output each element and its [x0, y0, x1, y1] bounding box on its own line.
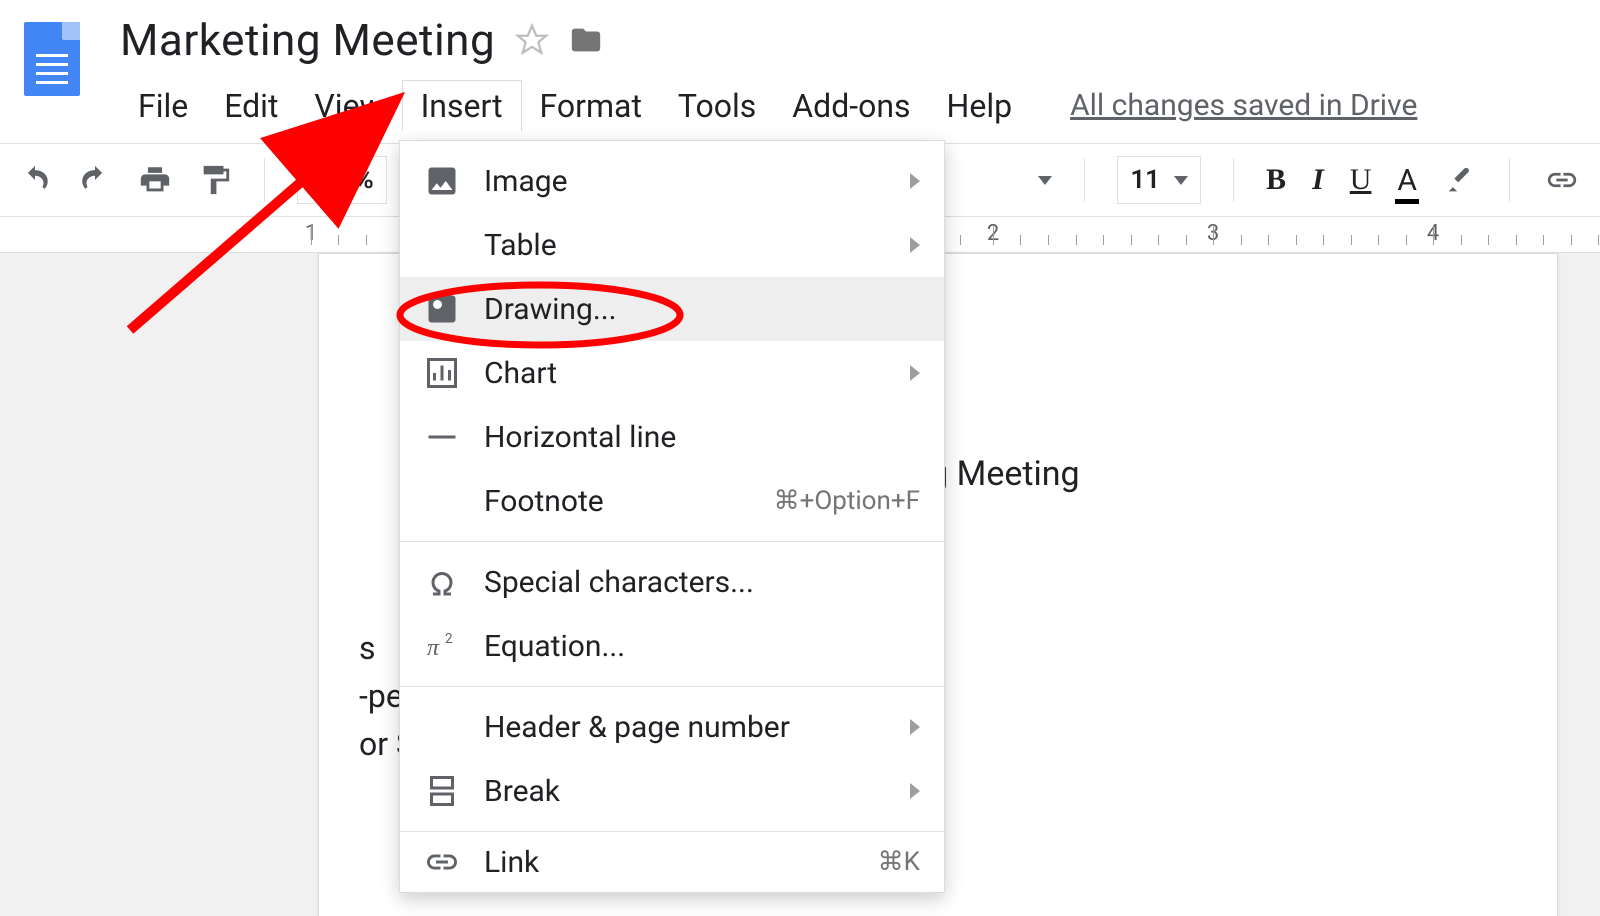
omega-icon — [424, 564, 460, 600]
menu-item-label: Horizontal line — [484, 420, 920, 455]
submenu-arrow-icon — [910, 237, 920, 253]
star-icon[interactable] — [515, 23, 549, 57]
svg-text:2: 2 — [445, 631, 453, 647]
menu-item-label: Break — [484, 774, 886, 809]
insert-menu-drawing[interactable]: Drawing... — [400, 277, 944, 341]
redo-icon[interactable] — [78, 163, 112, 197]
toolbar-separator — [264, 158, 265, 202]
insert-menu-header-page-number[interactable]: Header & page number — [400, 695, 944, 759]
insert-menu-horizontal-line[interactable]: Horizontal line — [400, 405, 944, 469]
toolbar-separator — [1509, 158, 1510, 202]
submenu-arrow-icon — [910, 365, 920, 381]
menu-item-label: Table — [484, 228, 886, 263]
insert-menu-link[interactable]: Link ⌘K — [400, 840, 944, 884]
document-title[interactable]: Marketing Meeting — [120, 18, 495, 62]
undo-icon[interactable] — [18, 163, 52, 197]
submenu-arrow-icon — [910, 783, 920, 799]
menu-edit[interactable]: Edit — [206, 81, 296, 131]
insert-menu-equation[interactable]: π2 Equation... — [400, 614, 944, 678]
insert-menu-chart[interactable]: Chart — [400, 341, 944, 405]
docs-logo[interactable] — [24, 22, 80, 96]
highlight-button[interactable] — [1443, 163, 1477, 197]
chevron-down-icon — [1174, 176, 1188, 185]
menu-item-label: Special characters... — [484, 565, 920, 600]
drawing-icon — [424, 291, 460, 327]
menu-divider — [400, 686, 944, 687]
toolbar-separator — [1233, 158, 1234, 202]
zoom-select[interactable]: 100% — [297, 156, 387, 204]
submenu-arrow-icon — [910, 719, 920, 735]
menu-format[interactable]: Format — [522, 81, 660, 131]
font-size-value: 11 — [1130, 165, 1160, 195]
font-size-select[interactable]: 11 — [1117, 156, 1201, 204]
menu-item-shortcut: ⌘K — [878, 847, 920, 877]
menu-divider — [400, 541, 944, 542]
svg-text:π: π — [427, 635, 440, 661]
image-icon — [424, 163, 460, 199]
menu-item-shortcut: ⌘+Option+F — [774, 486, 920, 516]
bold-button[interactable]: B — [1266, 163, 1286, 197]
menu-item-label: Image — [484, 164, 886, 199]
insert-menu-special-characters[interactable]: Special characters... — [400, 550, 944, 614]
menu-view[interactable]: View — [296, 81, 401, 131]
menu-tools[interactable]: Tools — [660, 81, 774, 131]
menu-item-label: Chart — [484, 356, 886, 391]
equation-icon: π2 — [424, 628, 460, 664]
insert-menu-image[interactable]: Image — [400, 149, 944, 213]
menu-item-label: Drawing... — [484, 292, 920, 327]
menu-item-label: Equation... — [484, 629, 920, 664]
paint-format-icon[interactable] — [198, 163, 232, 197]
underline-button[interactable]: U — [1350, 163, 1372, 197]
insert-menu-break[interactable]: Break — [400, 759, 944, 823]
insert-menu-footnote[interactable]: Footnote ⌘+Option+F — [400, 469, 944, 533]
toolbar-separator — [1084, 158, 1085, 202]
move-to-folder-icon[interactable] — [569, 23, 603, 57]
link-icon — [424, 844, 460, 880]
menu-item-label: Link — [484, 845, 854, 880]
chevron-down-icon — [1038, 176, 1052, 185]
print-icon[interactable] — [138, 163, 172, 197]
break-icon — [424, 773, 460, 809]
save-status[interactable]: All changes saved in Drive — [1070, 88, 1417, 123]
hline-icon — [424, 419, 460, 455]
zoom-value: 100% — [310, 165, 374, 195]
submenu-arrow-icon — [910, 173, 920, 189]
menu-item-label: Footnote — [484, 484, 750, 519]
chart-icon — [424, 355, 460, 391]
menu-insert[interactable]: Insert — [402, 80, 522, 131]
menu-help[interactable]: Help — [929, 81, 1031, 131]
italic-button[interactable]: I — [1312, 163, 1324, 197]
insert-menu-dropdown: Image Table Drawing... Chart Horizontal line… — [399, 140, 945, 893]
insert-link-button[interactable] — [1542, 163, 1582, 197]
insert-menu-table[interactable]: Table — [400, 213, 944, 277]
menu-item-label: Header & page number — [484, 710, 886, 745]
font-family-select-partial[interactable] — [1038, 176, 1052, 185]
text-color-button[interactable]: A — [1397, 163, 1417, 198]
menubar: File Edit View Insert Format Tools Add-o… — [120, 80, 1417, 131]
menu-addons[interactable]: Add-ons — [774, 81, 928, 131]
menu-divider — [400, 831, 944, 832]
menu-file[interactable]: File — [120, 81, 206, 131]
